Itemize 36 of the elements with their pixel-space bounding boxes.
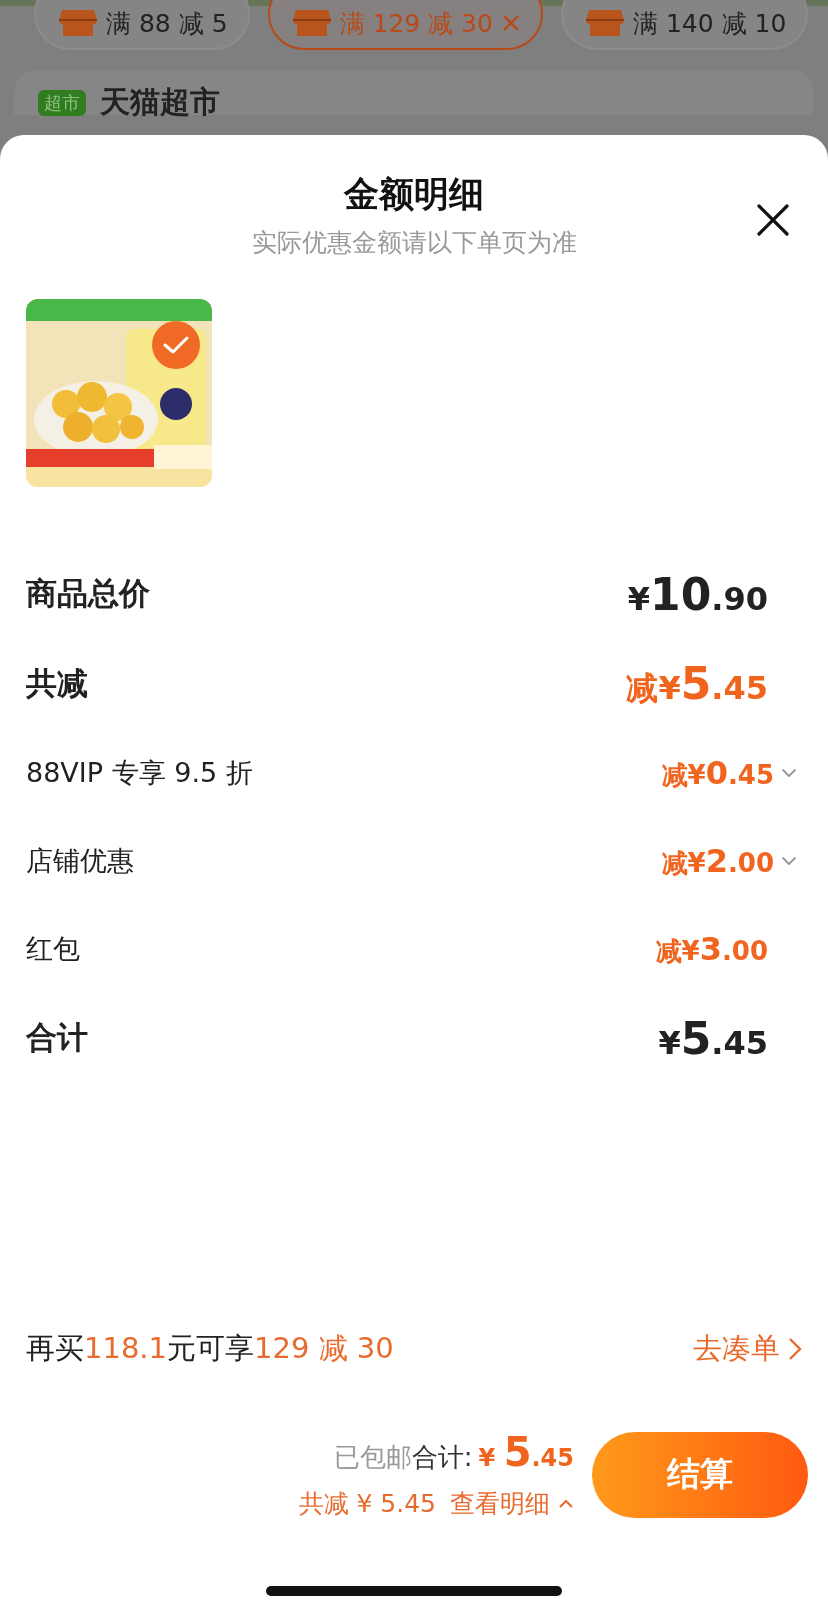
store-badge: 超市 <box>38 90 86 116</box>
amount-value: ¥5.45 <box>658 1012 768 1064</box>
promo-text: 118.1 <box>84 1331 168 1365</box>
promo-text: 129 减 30 <box>254 1331 394 1365</box>
chevron-right-icon <box>788 1337 802 1361</box>
row-label: 共减 <box>26 664 88 703</box>
discount-total: 共减 ¥ 5.45 <box>298 1488 436 1520</box>
sheet-subtitle: 实际优惠金额请以下单页为准 <box>251 227 577 259</box>
amount-value: 减¥5.45 <box>626 657 768 711</box>
checkout-button[interactable]: 结算 <box>592 1431 808 1518</box>
shop-icon <box>58 8 98 38</box>
promo-text: 元可享 <box>167 1331 255 1365</box>
shop-icon <box>584 8 625 38</box>
store-name[interactable]: 天猫超市 <box>100 84 220 120</box>
shipping-label: 已包邮 <box>333 1441 412 1474</box>
checkmark-icon <box>163 335 189 355</box>
promo-text: 再买 <box>26 1331 84 1365</box>
add-items-link[interactable]: 去凑单 <box>693 1329 802 1369</box>
amount-value: 减¥2.00 <box>661 841 774 881</box>
row-label: 88VIP 专享 9.5 折 <box>26 756 253 790</box>
chevron-up-icon <box>558 1498 574 1509</box>
shop-icon <box>291 8 332 38</box>
amount-value: 减¥0.45 <box>661 753 774 793</box>
row-label: 红包 <box>26 932 80 966</box>
total-label: 合计: <box>411 1441 473 1474</box>
amount-value: 减¥3.00 <box>655 929 768 969</box>
coupon-chip[interactable]: 满 140 减 10 <box>560 0 809 50</box>
coupon-chip[interactable]: 满 88 减 5 <box>34 0 250 50</box>
sheet-title: 金额明细 <box>344 173 484 216</box>
details-link[interactable]: 查看明细 <box>450 1487 574 1520</box>
amount-value: ¥10.90 <box>627 568 768 620</box>
row-label: 店铺优惠 <box>26 844 134 878</box>
total-amount: ¥ 5.45 <box>478 1429 574 1475</box>
close-icon[interactable] <box>756 203 790 237</box>
row-label: 合计 <box>26 1018 88 1057</box>
row-label: 商品总价 <box>26 574 150 613</box>
